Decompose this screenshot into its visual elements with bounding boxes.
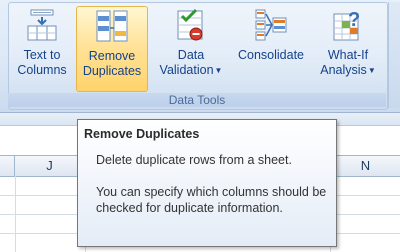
remove-duplicates-icon [96, 10, 128, 42]
column-header-j[interactable]: J [15, 156, 85, 176]
what-if-analysis-label-1: What-If [327, 48, 369, 62]
group-label: Data Tools [8, 93, 386, 107]
data-validation-label-1: Data [177, 48, 205, 62]
dropdown-arrow-icon: ▼ [214, 66, 223, 76]
tooltip-description: Delete duplicate rows from a sheet. [96, 153, 292, 167]
data-validation-icon [177, 8, 203, 41]
text-to-columns-icon [27, 9, 57, 41]
remove-duplicates-label-2: Duplicates [82, 64, 142, 78]
data-validation-label-2: Validation▼ [159, 63, 223, 77]
text-to-columns-button[interactable]: Text to Columns [12, 6, 72, 92]
what-if-analysis-label-2: Analysis▼ [320, 63, 376, 77]
text-to-columns-label-1: Text to [23, 48, 61, 62]
tooltip-title: Remove Duplicates [84, 127, 200, 141]
consolidate-icon [255, 9, 287, 41]
remove-duplicates-label-1: Remove [88, 49, 136, 63]
remove-duplicates-tooltip: Remove Duplicates Delete duplicate rows … [77, 119, 337, 247]
data-validation-button[interactable]: Data Validation▼ [152, 6, 230, 92]
what-if-analysis-button[interactable]: ? What-If Analysis▼ [312, 6, 384, 92]
consolidate-label: Consolidate [237, 48, 304, 62]
dropdown-arrow-icon: ▼ [367, 66, 376, 76]
column-header-partial[interactable] [0, 156, 15, 176]
svg-text:?: ? [348, 9, 360, 31]
next-group-edge [388, 2, 400, 108]
remove-duplicates-button[interactable]: Remove Duplicates [76, 6, 148, 92]
ribbon: Text to Columns Remove Duplicates Data V… [0, 0, 400, 113]
column-header-n[interactable]: N [330, 156, 400, 176]
what-if-analysis-icon: ? [333, 9, 360, 41]
text-to-columns-label-2: Columns [17, 63, 67, 77]
consolidate-button[interactable]: Consolidate [232, 6, 310, 92]
tooltip-details: You can specify which columns should be … [96, 185, 327, 215]
